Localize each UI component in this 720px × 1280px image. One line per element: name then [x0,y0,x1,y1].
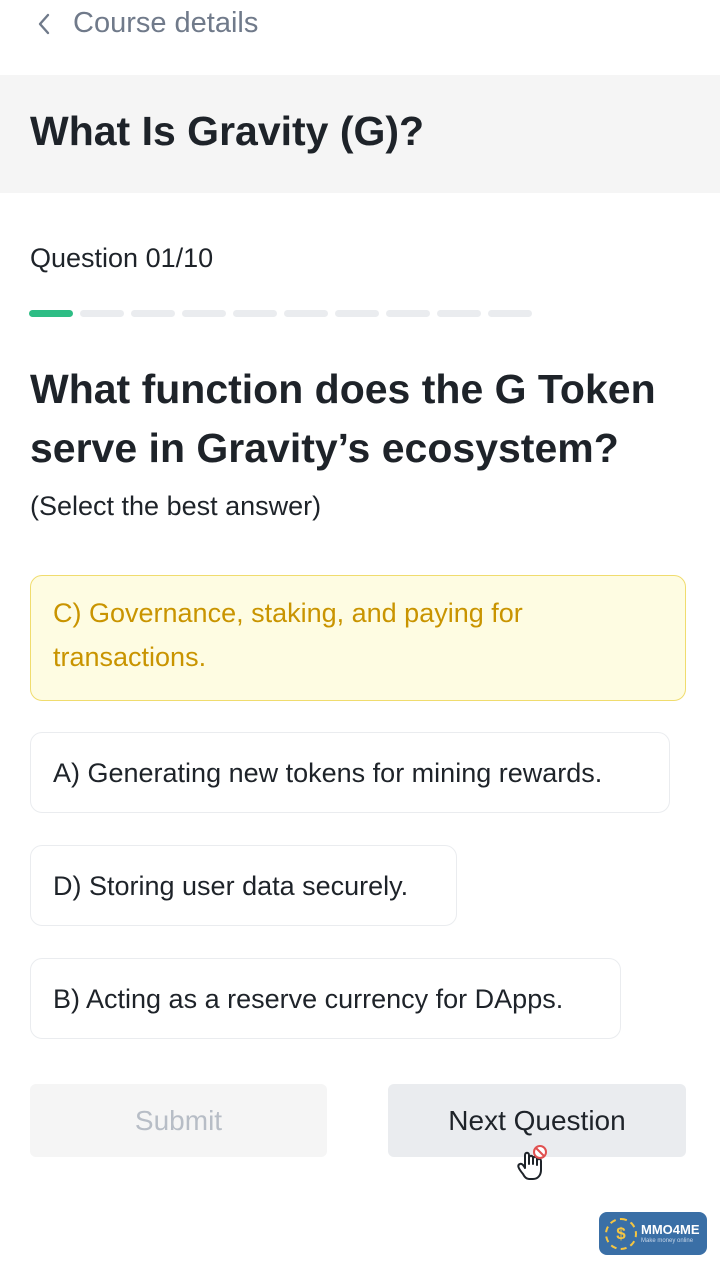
progress-segment [386,310,430,317]
chevron-left-icon [38,13,50,35]
answer-option-d[interactable]: D) Storing user data securely. [30,845,457,926]
progress-segment [29,310,73,317]
back-button[interactable] [30,8,58,40]
answer-option-label: C) Governance, staking, and paying for t… [53,598,523,672]
answer-option-c[interactable]: C) Governance, staking, and paying for t… [30,575,686,701]
nav-title: Course details [73,7,259,39]
quiz-progress-bar [29,310,539,318]
submit-button[interactable]: Submit [30,1084,327,1157]
progress-segment [131,310,175,317]
course-title: What Is Gravity (G)? [30,108,425,154]
answer-option-label: D) Storing user data securely. [53,870,409,901]
progress-segment [80,310,124,317]
question-hint: (Select the best answer) [30,491,322,521]
question-text: What function does the G Token serve in … [30,366,656,471]
question-counter: Question 01/10 [30,243,214,273]
answer-option-b[interactable]: B) Acting as a reserve currency for DApp… [30,958,621,1039]
answer-option-label: B) Acting as a reserve currency for DApp… [53,983,564,1014]
progress-segment [284,310,328,317]
progress-segment [233,310,277,317]
progress-segment [335,310,379,317]
progress-segment [182,310,226,317]
hand-cursor-icon [517,1145,547,1180]
watermark-brand: MMO4ME [641,1222,700,1237]
answer-option-label: A) Generating new tokens for mining rewa… [53,757,603,788]
answer-option-a[interactable]: A) Generating new tokens for mining rewa… [30,732,670,813]
watermark-badge: $ MMO4ME Make money online [599,1212,707,1255]
progress-segment [488,310,532,317]
quiz-screen: Course details What Is Gravity (G)? Ques… [0,0,720,1280]
watermark-tagline: Make money online [641,1238,694,1244]
progress-segment [437,310,481,317]
course-header: What Is Gravity (G)? [0,75,720,193]
dollar-coin-icon: $ [605,1217,637,1250]
top-nav: Course details [0,0,720,48]
